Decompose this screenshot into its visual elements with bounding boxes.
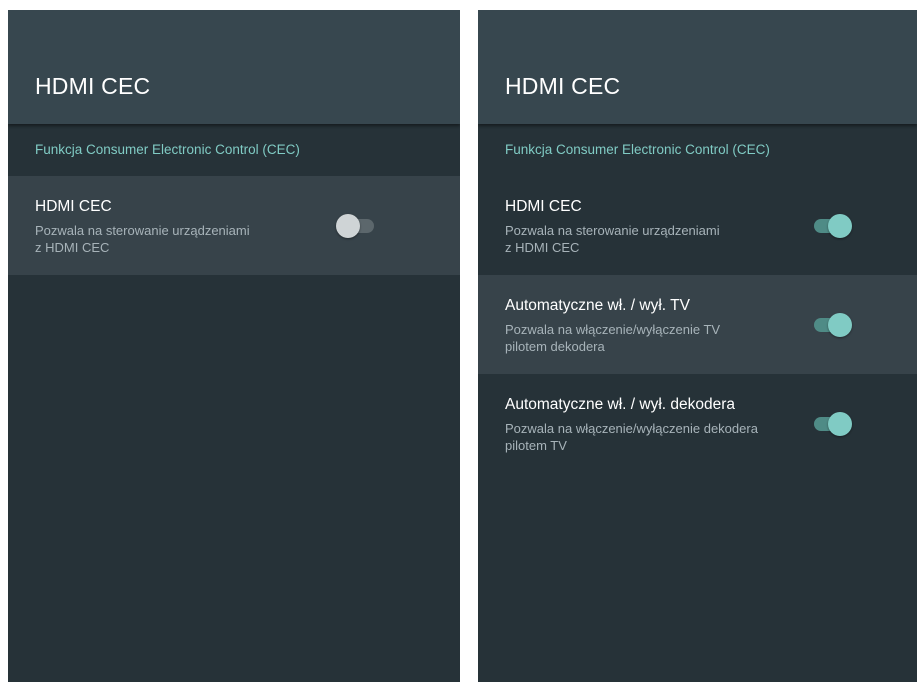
page-title: HDMI CEC [35, 73, 151, 99]
page-title: HDMI CEC [505, 73, 621, 99]
setting-item-auto-decoder-power[interactable]: Automatyczne wł. / wył. dekodera Pozwala… [478, 374, 917, 473]
section-title: Funkcja Consumer Electronic Control (CEC… [505, 142, 770, 157]
setting-summary: Pozwala na sterowanie urządzeniami z HDM… [505, 223, 720, 255]
setting-title: HDMI CEC [35, 198, 112, 215]
toggle-thumb [828, 412, 852, 436]
setting-summary: Pozwala na sterowanie urządzeniami z HDM… [35, 223, 250, 255]
setting-title: HDMI CEC [505, 198, 582, 215]
setting-item-hdmi-cec[interactable]: HDMI CEC Pozwala na sterowanie urządzeni… [8, 176, 460, 275]
page-header: HDMI CEC [478, 10, 917, 124]
auto-decoder-power-toggle[interactable] [812, 410, 852, 438]
setting-item-auto-tv-power[interactable]: Automatyczne wł. / wył. TV Pozwala na wł… [478, 275, 917, 374]
section-header: Funkcja Consumer Electronic Control (CEC… [478, 124, 917, 176]
setting-summary: Pozwala na włączenie/wyłączenie dekodera… [505, 421, 758, 453]
setting-title: Automatyczne wł. / wył. dekodera [505, 396, 736, 413]
auto-tv-power-toggle[interactable] [812, 311, 852, 339]
setting-title: Automatyczne wł. / wył. TV [505, 297, 690, 314]
settings-panel-cec-enabled: HDMI CEC Funkcja Consumer Electronic Con… [478, 10, 917, 682]
section-header: Funkcja Consumer Electronic Control (CEC… [8, 124, 460, 176]
setting-item-hdmi-cec[interactable]: HDMI CEC Pozwala na sterowanie urządzeni… [478, 176, 917, 275]
section-title: Funkcja Consumer Electronic Control (CEC… [35, 142, 300, 157]
toggle-thumb [828, 214, 852, 238]
toggle-thumb [828, 313, 852, 337]
toggle-thumb [336, 214, 360, 238]
page-header: HDMI CEC [8, 10, 460, 124]
hdmi-cec-toggle[interactable] [336, 212, 376, 240]
hdmi-cec-toggle[interactable] [812, 212, 852, 240]
settings-panel-cec-disabled: HDMI CEC Funkcja Consumer Electronic Con… [8, 10, 460, 682]
setting-summary: Pozwala na włączenie/wyłączenie TV pilot… [505, 322, 721, 354]
